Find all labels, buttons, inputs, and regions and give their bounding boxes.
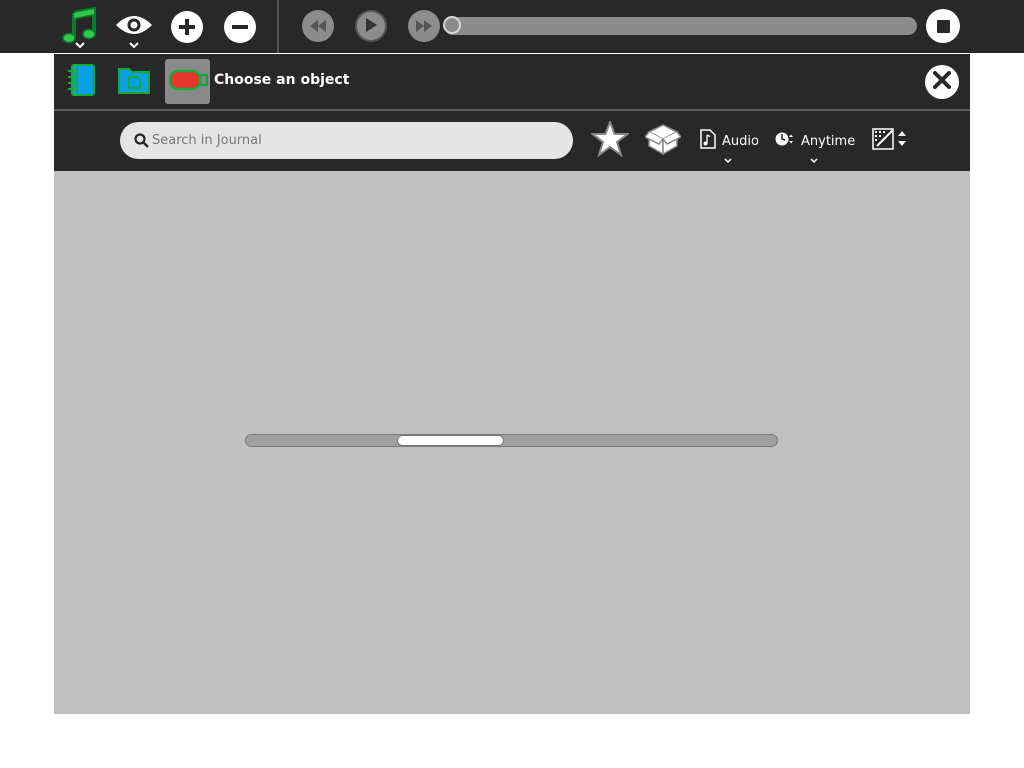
filter-toolbar: Audio Anytime — [54, 111, 970, 171]
zoom-out-button[interactable] — [213, 0, 266, 53]
chevron-down-icon — [810, 152, 818, 167]
date-filter-combo[interactable]: Anytime — [775, 121, 856, 164]
type-filter-combo[interactable]: Audio — [700, 121, 759, 164]
minus-icon — [223, 10, 256, 43]
playback-progress-track[interactable] — [444, 17, 917, 35]
shared-filter-button[interactable] — [643, 121, 683, 161]
close-icon — [933, 71, 951, 93]
type-filter-label: Audio — [722, 133, 759, 149]
dialog-title: Choose an object — [214, 72, 350, 88]
loading-indicator-thumb — [397, 435, 504, 446]
stop-button[interactable] — [926, 9, 960, 43]
chevron-down-icon — [74, 33, 85, 52]
search-input[interactable] — [152, 122, 562, 159]
zoom-in-button[interactable] — [160, 0, 213, 53]
plus-icon — [170, 10, 203, 43]
sort-button[interactable] — [869, 121, 909, 161]
box-icon — [643, 121, 683, 161]
play-button[interactable] — [355, 10, 387, 42]
stop-icon — [936, 19, 950, 33]
tab-documents[interactable] — [111, 59, 156, 104]
playback-progress-handle[interactable] — [443, 16, 461, 34]
sort-icon — [871, 126, 907, 156]
activity-button[interactable] — [53, 0, 106, 53]
audio-file-icon — [700, 129, 716, 153]
view-button[interactable] — [107, 0, 160, 53]
chevron-down-icon — [128, 33, 139, 52]
search-field[interactable] — [120, 122, 573, 159]
rewind-icon — [309, 17, 327, 36]
documents-folder-icon — [117, 63, 151, 101]
usb-drive-icon — [168, 68, 208, 96]
date-filter-label: Anytime — [801, 133, 856, 149]
star-icon — [589, 119, 631, 161]
chevron-down-icon — [724, 152, 732, 167]
object-chooser-dialog: Choose an object Search in Journal Audio… — [54, 54, 970, 714]
play-icon — [365, 17, 377, 36]
close-button[interactable] — [925, 65, 959, 99]
activity-toolbar — [0, 0, 1024, 53]
search-icon — [134, 133, 149, 152]
clock-icon — [775, 131, 795, 151]
rewind-button[interactable] — [302, 10, 334, 42]
fast-forward-button[interactable] — [408, 10, 440, 42]
loading-indicator — [245, 434, 778, 447]
fast-forward-icon — [415, 17, 433, 36]
tab-usb-drive[interactable] — [165, 59, 210, 104]
tab-journal[interactable] — [58, 59, 103, 104]
dialog-header: Choose an object — [54, 54, 970, 111]
journal-icon — [64, 63, 98, 101]
favorites-filter-button[interactable] — [589, 119, 631, 161]
toolbar-separator — [277, 0, 279, 53]
